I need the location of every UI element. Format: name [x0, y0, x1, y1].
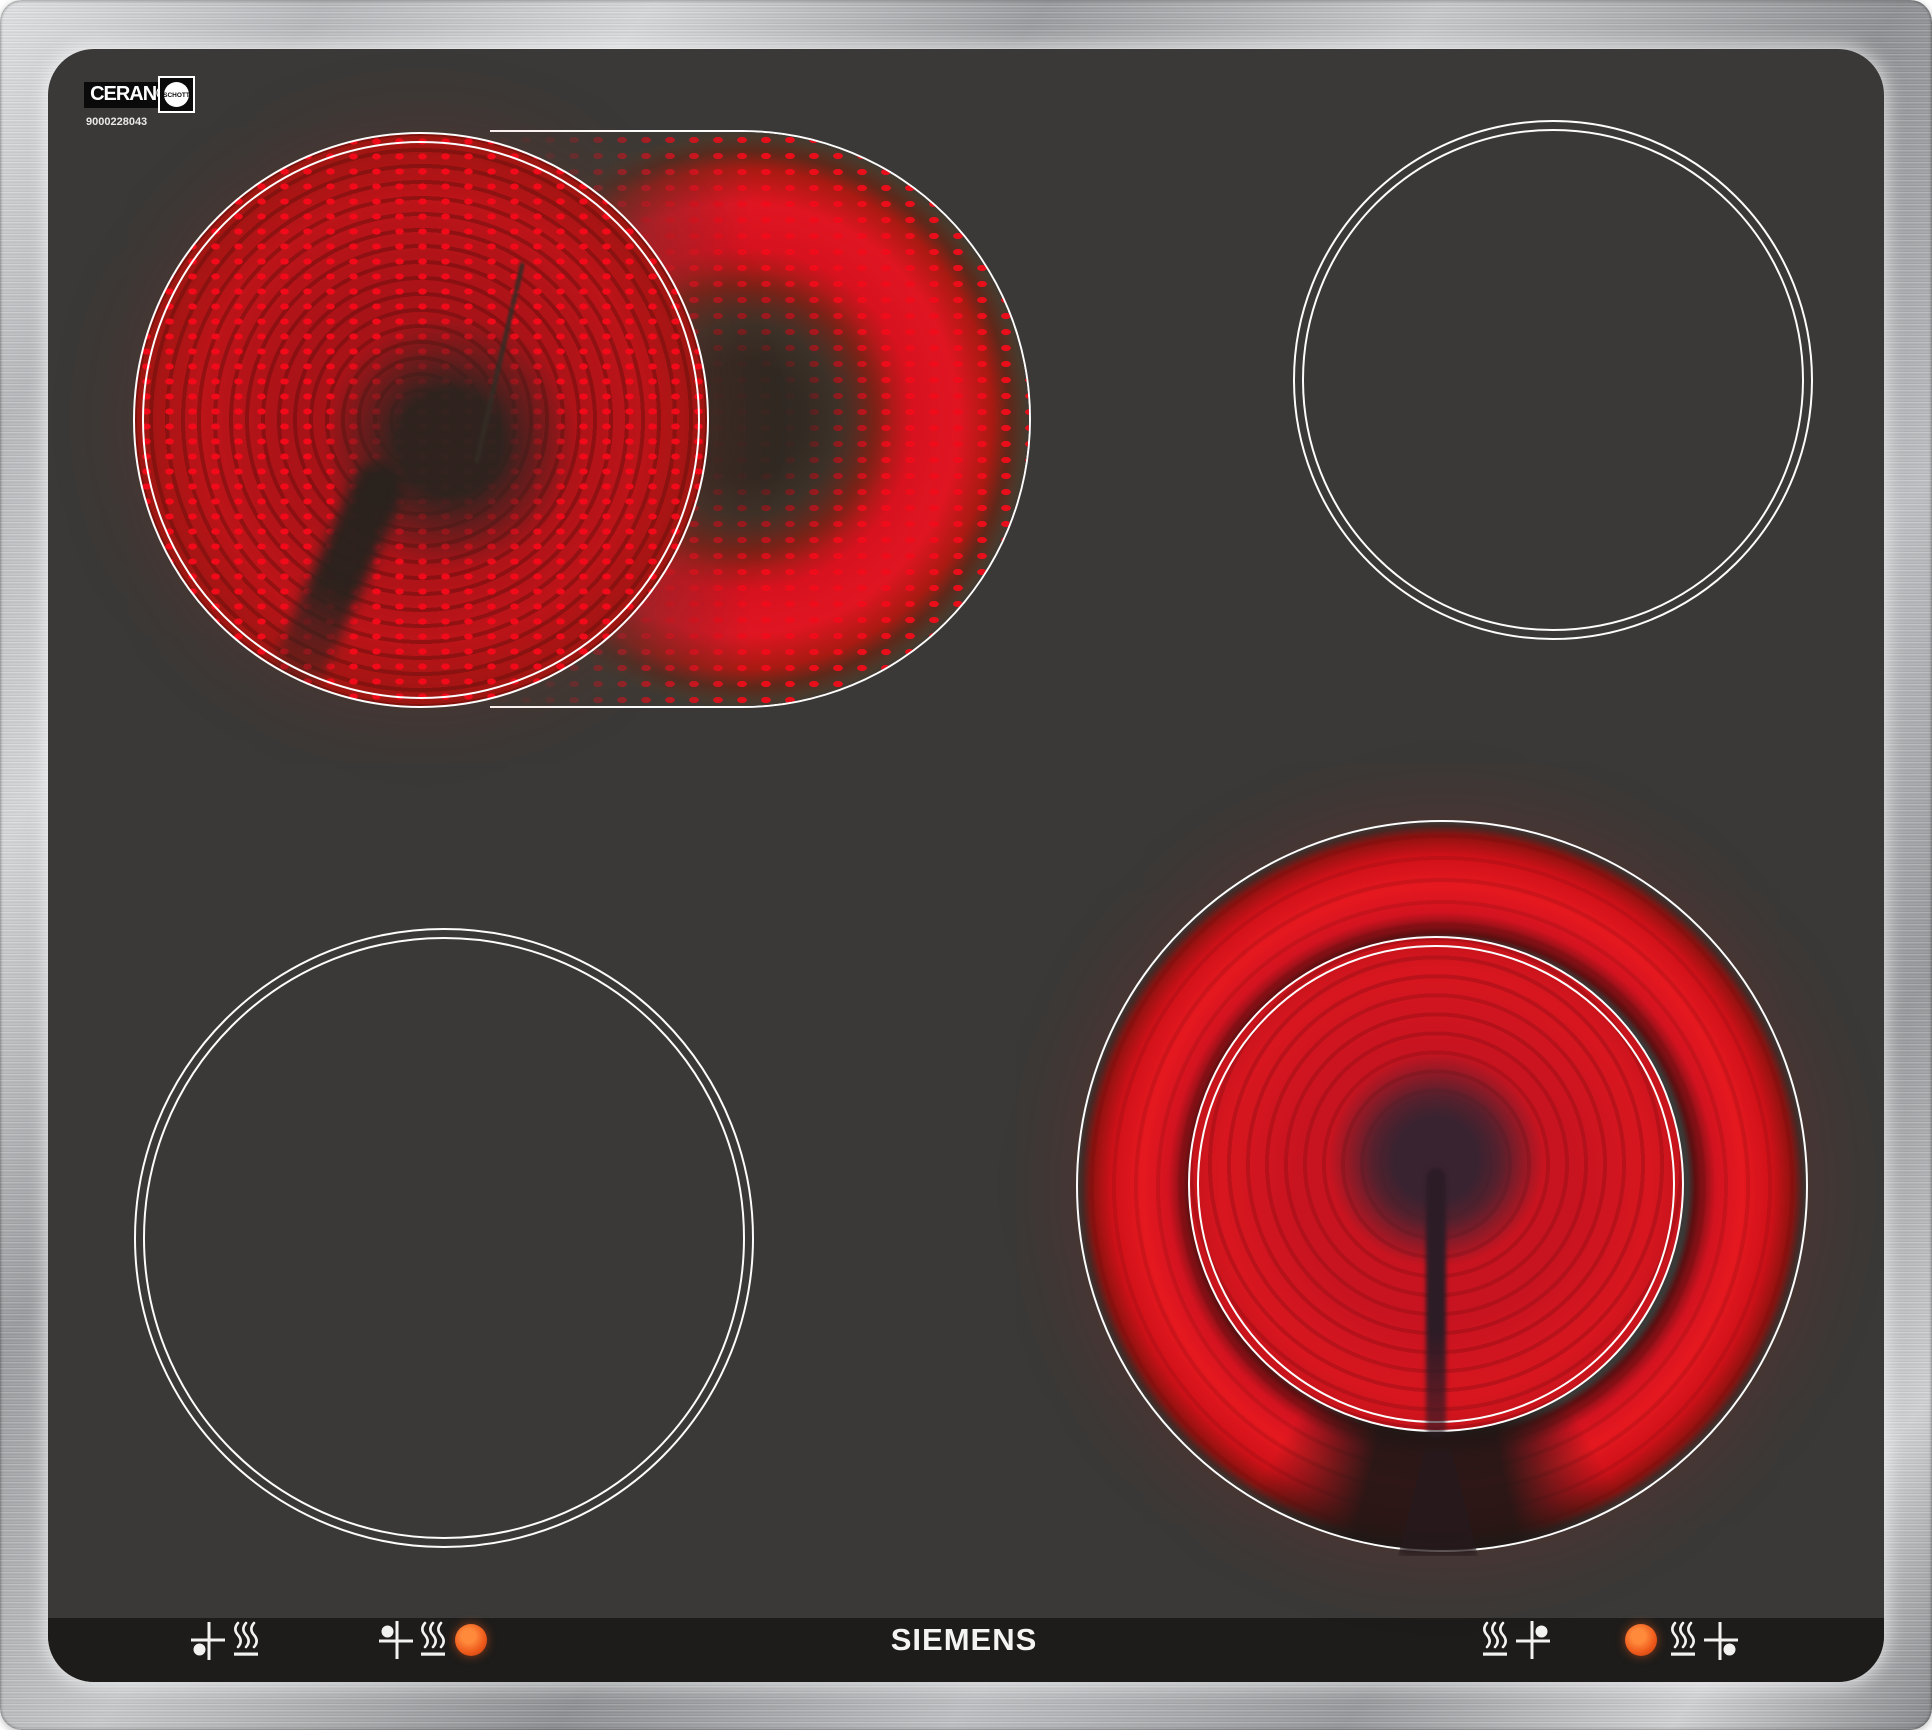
residual-heat-icon — [419, 1621, 447, 1659]
power-indicator-light-top-left — [455, 1624, 487, 1656]
schott-label: SCHOTT — [160, 92, 193, 99]
zone-position-cross-dot-top-right-icon — [1516, 1621, 1550, 1659]
heating-element-stem — [266, 453, 413, 697]
cooking-zone-bottom-left — [134, 928, 754, 1548]
serial-number: 9000228043 — [86, 116, 147, 128]
cooktop-photo: CERAN® SCHOTT 9000228043 SIEMENS — [0, 0, 1932, 1730]
zone-position-cross-dot-bottom-right-icon — [1704, 1622, 1738, 1660]
heating-element-stem — [1426, 1168, 1446, 1438]
zone-position-cross-dot-top-left-icon — [379, 1621, 413, 1659]
power-indicator-light-bottom-right — [1625, 1624, 1657, 1656]
residual-heat-icon — [1481, 1621, 1509, 1659]
zone-position-cross-dot-bottom-left-icon — [191, 1622, 225, 1660]
heating-element-wire — [474, 262, 525, 464]
cooking-zone-top-left — [133, 132, 709, 708]
siemens-logo: SIEMENS — [814, 1622, 1114, 1658]
residual-heat-icon — [1669, 1621, 1697, 1659]
schott-emblem-icon: SCHOTT — [158, 76, 195, 113]
cooking-zone-top-right — [1293, 120, 1813, 640]
residual-heat-icon — [232, 1621, 260, 1659]
